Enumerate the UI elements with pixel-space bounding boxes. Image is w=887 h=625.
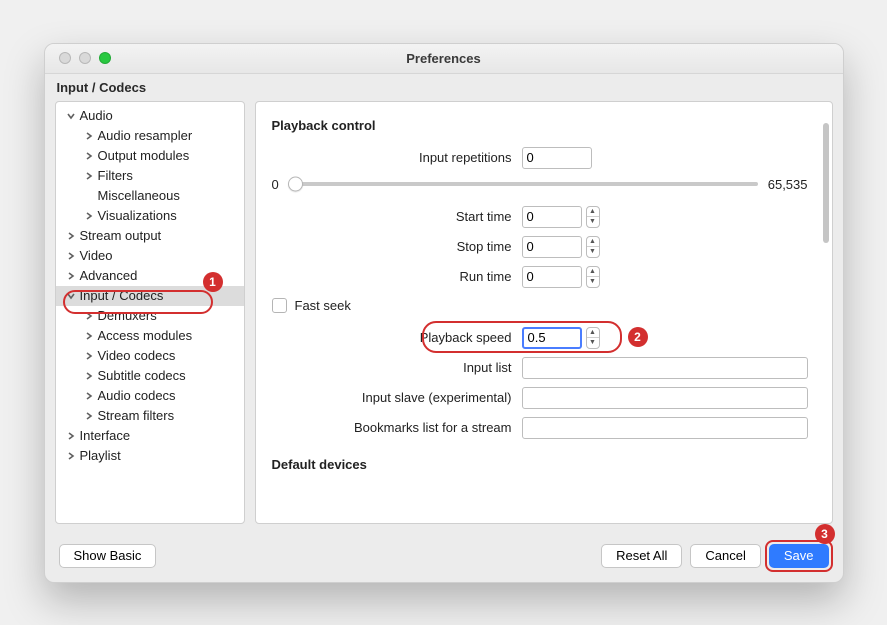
- label-run-time: Run time: [272, 269, 522, 284]
- label-playback-speed: Playback speed: [272, 330, 522, 345]
- stop-time-field[interactable]: [522, 236, 582, 258]
- sidebar-item-label: Playlist: [80, 448, 121, 463]
- label-start-time: Start time: [272, 209, 522, 224]
- fast-seek-checkbox[interactable]: [272, 298, 287, 313]
- chevron-right-icon[interactable]: [66, 272, 76, 280]
- sidebar-item-label: Visualizations: [98, 208, 177, 223]
- sidebar-item-video-codecs[interactable]: Video codecs: [56, 346, 244, 366]
- chevron-right-icon[interactable]: [84, 152, 94, 160]
- sidebar-item-advanced[interactable]: Advanced: [56, 266, 244, 286]
- show-basic-button[interactable]: Show Basic: [59, 544, 157, 568]
- sidebar-item-playlist[interactable]: Playlist: [56, 446, 244, 466]
- sidebar-item-stream-output[interactable]: Stream output: [56, 226, 244, 246]
- chevron-right-icon[interactable]: [84, 372, 94, 380]
- sidebar-item-access-modules[interactable]: Access modules: [56, 326, 244, 346]
- chevron-right-icon[interactable]: [84, 392, 94, 400]
- sidebar-item-label: Access modules: [98, 328, 193, 343]
- chevron-right-icon[interactable]: [66, 232, 76, 240]
- input-list-field[interactable]: [522, 357, 808, 379]
- sidebar-item-label: Audio resampler: [98, 128, 193, 143]
- sidebar-item-filters[interactable]: Filters: [56, 166, 244, 186]
- cancel-button[interactable]: Cancel: [690, 544, 760, 568]
- sidebar-item-interface[interactable]: Interface: [56, 426, 244, 446]
- slider-min-label: 0: [272, 177, 279, 192]
- start-time-field[interactable]: [522, 206, 582, 228]
- playback-speed-field[interactable]: [522, 327, 582, 349]
- label-input-list: Input list: [272, 360, 522, 375]
- chevron-right-icon[interactable]: [66, 252, 76, 260]
- footer: Show Basic Reset All Cancel Save 3: [45, 534, 843, 582]
- section-header: Input / Codecs: [45, 74, 843, 101]
- sidebar-item-video[interactable]: Video: [56, 246, 244, 266]
- sidebar-item-stream-filters[interactable]: Stream filters: [56, 406, 244, 426]
- label-input-repetitions: Input repetitions: [272, 150, 522, 165]
- titlebar: Preferences: [45, 44, 843, 74]
- label-bookmarks: Bookmarks list for a stream: [272, 420, 522, 435]
- sidebar-item-label: Input / Codecs: [80, 288, 164, 303]
- sidebar-item-label: Video codecs: [98, 348, 176, 363]
- sidebar-item-label: Demuxers: [98, 308, 157, 323]
- sidebar-tree[interactable]: Audio Audio resampler Output modules Filter…: [55, 101, 245, 524]
- bookmarks-field[interactable]: [522, 417, 808, 439]
- sidebar-item-label: Interface: [80, 428, 131, 443]
- chevron-right-icon[interactable]: [84, 332, 94, 340]
- preferences-window: Preferences Input / Codecs Audio Audio re…: [44, 43, 844, 583]
- reset-all-button[interactable]: Reset All: [601, 544, 682, 568]
- sidebar-item-label: Filters: [98, 168, 133, 183]
- annotation-badge-2: 2: [628, 327, 648, 347]
- sidebar-item-demuxers[interactable]: Demuxers: [56, 306, 244, 326]
- sidebar-item-label: Miscellaneous: [98, 188, 180, 203]
- playback-control-heading: Playback control: [272, 118, 808, 133]
- start-time-stepper[interactable]: ▲▼: [586, 206, 600, 228]
- sidebar-item-miscellaneous[interactable]: Miscellaneous: [56, 186, 244, 206]
- label-fast-seek: Fast seek: [295, 298, 351, 313]
- chevron-right-icon[interactable]: [84, 352, 94, 360]
- save-button[interactable]: Save: [769, 544, 829, 568]
- run-time-field[interactable]: [522, 266, 582, 288]
- sidebar-item-label: Video: [80, 248, 113, 263]
- label-stop-time: Stop time: [272, 239, 522, 254]
- chevron-right-icon[interactable]: [84, 132, 94, 140]
- sidebar-item-label: Advanced: [80, 268, 138, 283]
- scrollbar[interactable]: [823, 123, 829, 243]
- slider-max-label: 65,535: [768, 177, 808, 192]
- playback-speed-stepper[interactable]: ▲▼: [586, 327, 600, 349]
- slider-thumb[interactable]: [288, 177, 303, 192]
- sidebar-item-label: Stream output: [80, 228, 162, 243]
- chevron-right-icon[interactable]: [84, 172, 94, 180]
- chevron-right-icon[interactable]: [84, 312, 94, 320]
- chevron-right-icon[interactable]: [84, 212, 94, 220]
- sidebar-item-label: Audio: [80, 108, 113, 123]
- sidebar-item-audio-resampler[interactable]: Audio resampler: [56, 126, 244, 146]
- sidebar-item-input-codecs[interactable]: Input / Codecs: [56, 286, 244, 306]
- chevron-right-icon[interactable]: [66, 452, 76, 460]
- chevron-down-icon[interactable]: [66, 292, 76, 300]
- repetitions-slider[interactable]: [289, 182, 758, 186]
- sidebar-item-audio[interactable]: Audio: [56, 106, 244, 126]
- label-input-slave: Input slave (experimental): [272, 390, 522, 405]
- chevron-right-icon[interactable]: [84, 412, 94, 420]
- chevron-down-icon[interactable]: [66, 112, 76, 120]
- sidebar-item-label: Subtitle codecs: [98, 368, 186, 383]
- sidebar-item-label: Output modules: [98, 148, 190, 163]
- input-repetitions-field[interactable]: [522, 147, 592, 169]
- run-time-stepper[interactable]: ▲▼: [586, 266, 600, 288]
- chevron-right-icon[interactable]: [66, 432, 76, 440]
- sidebar-item-label: Stream filters: [98, 408, 175, 423]
- sidebar-item-output-modules[interactable]: Output modules: [56, 146, 244, 166]
- default-devices-heading: Default devices: [272, 457, 808, 472]
- sidebar-item-label: Audio codecs: [98, 388, 176, 403]
- stop-time-stepper[interactable]: ▲▼: [586, 236, 600, 258]
- input-slave-field[interactable]: [522, 387, 808, 409]
- window-title: Preferences: [45, 51, 843, 66]
- settings-panel: Playback control Input repetitions 0 65,…: [255, 101, 833, 524]
- sidebar-item-subtitle-codecs[interactable]: Subtitle codecs: [56, 366, 244, 386]
- sidebar-item-audio-codecs[interactable]: Audio codecs: [56, 386, 244, 406]
- sidebar-item-visualizations[interactable]: Visualizations: [56, 206, 244, 226]
